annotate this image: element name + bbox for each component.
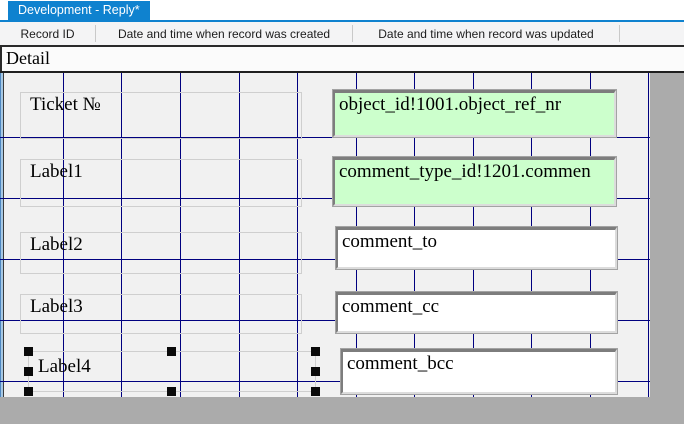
resize-handle-bottom-left[interactable]: [24, 387, 33, 396]
grid-line-vertical: [648, 73, 649, 397]
label-1[interactable]: Label1: [20, 159, 302, 207]
outside-page-area-bottom: [0, 397, 650, 424]
column-header-clipped[interactable]: Date and: [620, 27, 684, 41]
record-column-header-strip: Record ID Date and time when record was …: [0, 22, 684, 45]
column-header-record-id[interactable]: Record ID: [0, 27, 95, 41]
surface-left-edge-line: [3, 73, 4, 397]
label-3[interactable]: Label3: [20, 294, 302, 334]
resize-handle-top-right[interactable]: [311, 347, 320, 356]
resize-handle-top-center[interactable]: [167, 347, 176, 356]
field-comment-to[interactable]: comment_to: [336, 227, 617, 269]
detail-band-header[interactable]: Detail: [0, 47, 684, 71]
resize-handle-bottom-center[interactable]: [167, 387, 176, 396]
field-comment-type[interactable]: comment_type_id!1201.commen: [333, 157, 616, 206]
field-comment-bcc[interactable]: comment_bcc: [341, 349, 617, 394]
column-header-updated[interactable]: Date and time when record was updated: [353, 27, 619, 41]
tab-development-reply[interactable]: Development - Reply*: [8, 1, 150, 20]
resize-handle-mid-right[interactable]: [311, 367, 320, 376]
detail-band-title: Detail: [2, 47, 684, 70]
label-4-selected[interactable]: Label4: [28, 351, 316, 392]
resize-handle-mid-left[interactable]: [24, 367, 33, 376]
resize-handle-top-left[interactable]: [24, 347, 33, 356]
outside-page-area-right: [650, 73, 684, 424]
label-2[interactable]: Label2: [20, 232, 302, 274]
field-object-ref-nr[interactable]: object_id!1001.object_ref_nr: [333, 90, 616, 137]
field-comment-cc[interactable]: comment_cc: [336, 292, 617, 333]
column-header-created[interactable]: Date and time when record was created: [96, 27, 352, 41]
document-tab-bar: Development - Reply*: [0, 0, 684, 20]
form-designer-window: Development - Reply* Record ID Date and …: [0, 0, 684, 424]
resize-handle-bottom-right[interactable]: [311, 387, 320, 396]
label-ticket-number[interactable]: Ticket №: [20, 92, 302, 139]
